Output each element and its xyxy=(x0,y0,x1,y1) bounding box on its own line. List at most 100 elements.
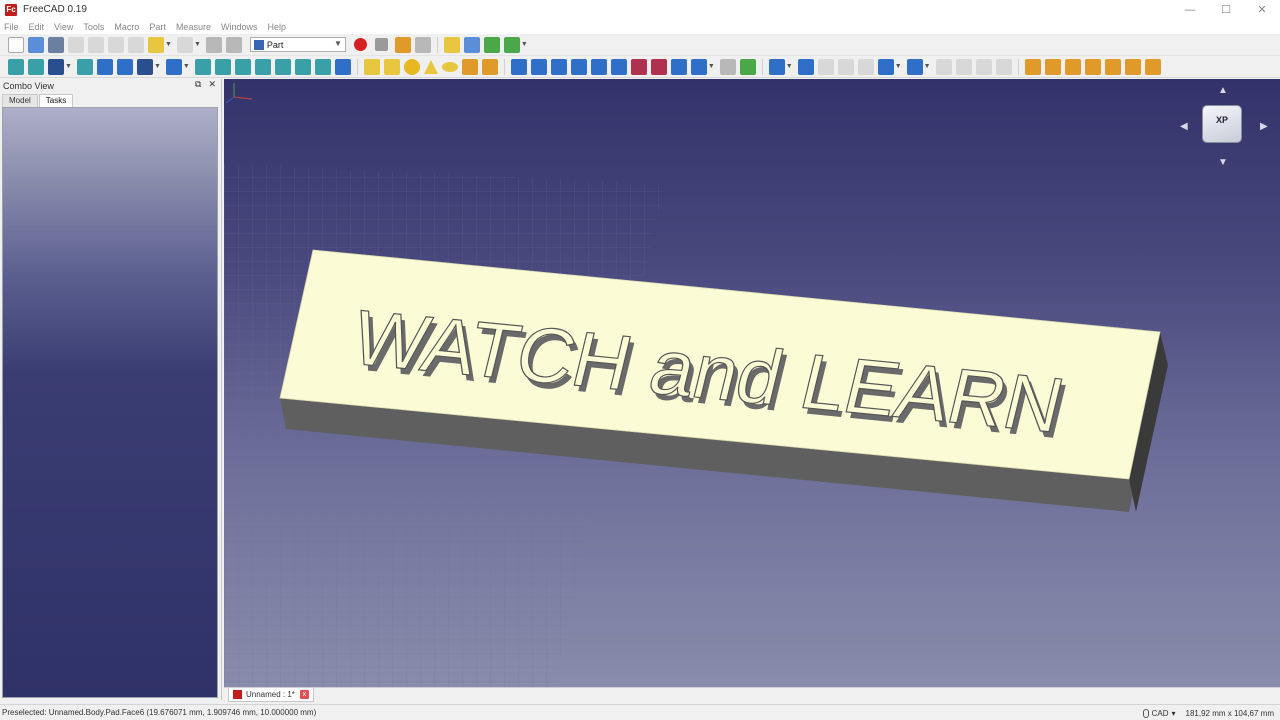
bounding-box-icon[interactable] xyxy=(76,58,93,75)
torus-icon[interactable] xyxy=(441,61,458,72)
boolean-icon[interactable] xyxy=(797,58,814,75)
macro-stop-icon[interactable] xyxy=(374,38,388,51)
ruled-surface-icon[interactable] xyxy=(630,58,647,75)
left-view-icon[interactable] xyxy=(314,58,331,75)
loft-icon[interactable] xyxy=(650,58,667,75)
redo-icon[interactable] xyxy=(176,36,193,53)
mirror-icon[interactable] xyxy=(550,58,567,75)
bottom-view-icon[interactable] xyxy=(294,58,311,75)
open-group-icon[interactable] xyxy=(463,36,480,53)
cut-icon[interactable] xyxy=(88,36,104,53)
workbench-selector[interactable]: Part ▼ xyxy=(249,37,346,52)
undo-icon[interactable] xyxy=(148,36,164,53)
arrow-left-icon[interactable] xyxy=(96,58,113,75)
link-icon[interactable] xyxy=(483,36,500,53)
copy-icon[interactable] xyxy=(108,36,124,53)
join-features-icon[interactable] xyxy=(877,58,894,75)
sync-view-icon[interactable] xyxy=(136,58,153,75)
whats-this-icon[interactable] xyxy=(225,36,242,53)
right-view-icon[interactable] xyxy=(254,58,271,75)
close-button[interactable]: ✕ xyxy=(1244,0,1280,19)
print-icon[interactable] xyxy=(68,36,84,53)
box-icon[interactable] xyxy=(363,58,380,75)
open-folder-icon[interactable] xyxy=(28,36,44,53)
check-geometry-icon[interactable] xyxy=(935,58,952,75)
refine-shape-icon[interactable] xyxy=(995,58,1012,75)
measure-distance-icon[interactable] xyxy=(334,58,351,75)
section-icon[interactable] xyxy=(690,58,707,75)
cut-boolean-icon[interactable] xyxy=(817,58,834,75)
float-panel-icon[interactable]: ⧉ xyxy=(195,79,201,90)
compound-dropdown-icon[interactable]: ▼ xyxy=(786,63,793,70)
split-icon[interactable] xyxy=(906,58,923,75)
fit-all-icon[interactable] xyxy=(8,58,24,75)
nav-left-arrow-icon[interactable]: ◀ xyxy=(1180,121,1188,132)
link-dropdown-icon[interactable]: ▼ xyxy=(521,41,528,48)
cylinder-icon[interactable] xyxy=(383,58,400,75)
macro-edit-icon[interactable] xyxy=(394,36,411,53)
nav-up-arrow-icon[interactable]: ▲ xyxy=(1218,85,1228,96)
offset-icon[interactable] xyxy=(719,58,736,75)
refresh-icon[interactable] xyxy=(205,36,222,53)
fit-selection-icon[interactable] xyxy=(28,58,44,75)
front-view-icon[interactable] xyxy=(214,58,231,75)
measure-refresh-icon[interactable] xyxy=(1064,58,1081,75)
make-face-icon[interactable] xyxy=(610,58,627,75)
sphere-icon[interactable] xyxy=(403,58,420,75)
tab-model[interactable]: Model xyxy=(2,94,38,107)
shape-builder-icon[interactable] xyxy=(481,58,498,75)
draw-style-icon[interactable] xyxy=(48,58,64,75)
menu-view[interactable]: View xyxy=(54,22,73,32)
fuse-icon[interactable] xyxy=(837,58,854,75)
paste-icon[interactable] xyxy=(128,36,144,53)
draw-style-dropdown-icon[interactable]: ▼ xyxy=(65,63,72,70)
document-tab[interactable]: Unnamed : 1* x xyxy=(228,688,314,702)
arrow-right-icon[interactable] xyxy=(116,58,133,75)
macro-record-icon[interactable] xyxy=(353,38,367,51)
menu-help[interactable]: Help xyxy=(267,22,286,32)
fillet-icon[interactable] xyxy=(570,58,587,75)
zoom-dropdown-icon[interactable]: ▼ xyxy=(183,63,190,70)
defeaturing-icon[interactable] xyxy=(955,58,972,75)
addon-manager-icon[interactable] xyxy=(443,36,460,53)
tab-tasks[interactable]: Tasks xyxy=(38,94,74,107)
new-document-icon[interactable] xyxy=(8,36,24,53)
navigation-style-selector[interactable]: CAD ▾ xyxy=(1142,708,1176,718)
zoom-icon[interactable] xyxy=(165,58,182,75)
compound-icon[interactable] xyxy=(768,58,785,75)
chamfer-icon[interactable] xyxy=(590,58,607,75)
maximize-button[interactable]: ☐ xyxy=(1208,0,1244,19)
primitives-icon[interactable] xyxy=(461,58,478,75)
thickness-icon[interactable] xyxy=(739,58,756,75)
common-icon[interactable] xyxy=(857,58,874,75)
link-actions-icon[interactable] xyxy=(503,36,520,53)
menu-part[interactable]: Part xyxy=(149,22,166,32)
3d-viewport[interactable]: WATCH and LEARN WATCH and LEARN ▲ ◀ ▶ ▼ … xyxy=(224,79,1280,687)
cone-icon[interactable] xyxy=(423,59,438,74)
menu-edit[interactable]: Edit xyxy=(29,22,45,32)
close-panel-icon[interactable]: ✕ xyxy=(208,79,216,90)
redo-dropdown-icon[interactable]: ▼ xyxy=(194,41,201,48)
attachment-icon[interactable] xyxy=(975,58,992,75)
sync-dropdown-icon[interactable]: ▼ xyxy=(154,63,161,70)
close-tab-icon[interactable]: x xyxy=(299,690,309,699)
toggle-delta-icon[interactable] xyxy=(1144,58,1161,75)
revolve-icon[interactable] xyxy=(530,58,547,75)
menu-macro[interactable]: Macro xyxy=(114,22,139,32)
menu-tools[interactable]: Tools xyxy=(83,22,104,32)
clear-all-icon[interactable] xyxy=(1084,58,1101,75)
macro-play-icon[interactable] xyxy=(414,36,431,53)
toggle-all-icon[interactable] xyxy=(1104,58,1121,75)
menu-windows[interactable]: Windows xyxy=(221,22,258,32)
isometric-view-icon[interactable] xyxy=(194,58,211,75)
join-dropdown-icon[interactable]: ▼ xyxy=(895,63,902,70)
cube-top-face[interactable]: XP xyxy=(1202,105,1242,143)
sweep-icon[interactable] xyxy=(670,58,687,75)
measure-angular-icon[interactable] xyxy=(1044,58,1061,75)
nav-down-arrow-icon[interactable]: ▼ xyxy=(1218,157,1228,168)
menu-file[interactable]: File xyxy=(4,22,19,32)
nav-right-arrow-icon[interactable]: ▶ xyxy=(1260,121,1268,132)
undo-dropdown-icon[interactable]: ▼ xyxy=(165,41,172,48)
split-dropdown-icon[interactable]: ▼ xyxy=(924,63,931,70)
menu-measure[interactable]: Measure xyxy=(176,22,211,32)
